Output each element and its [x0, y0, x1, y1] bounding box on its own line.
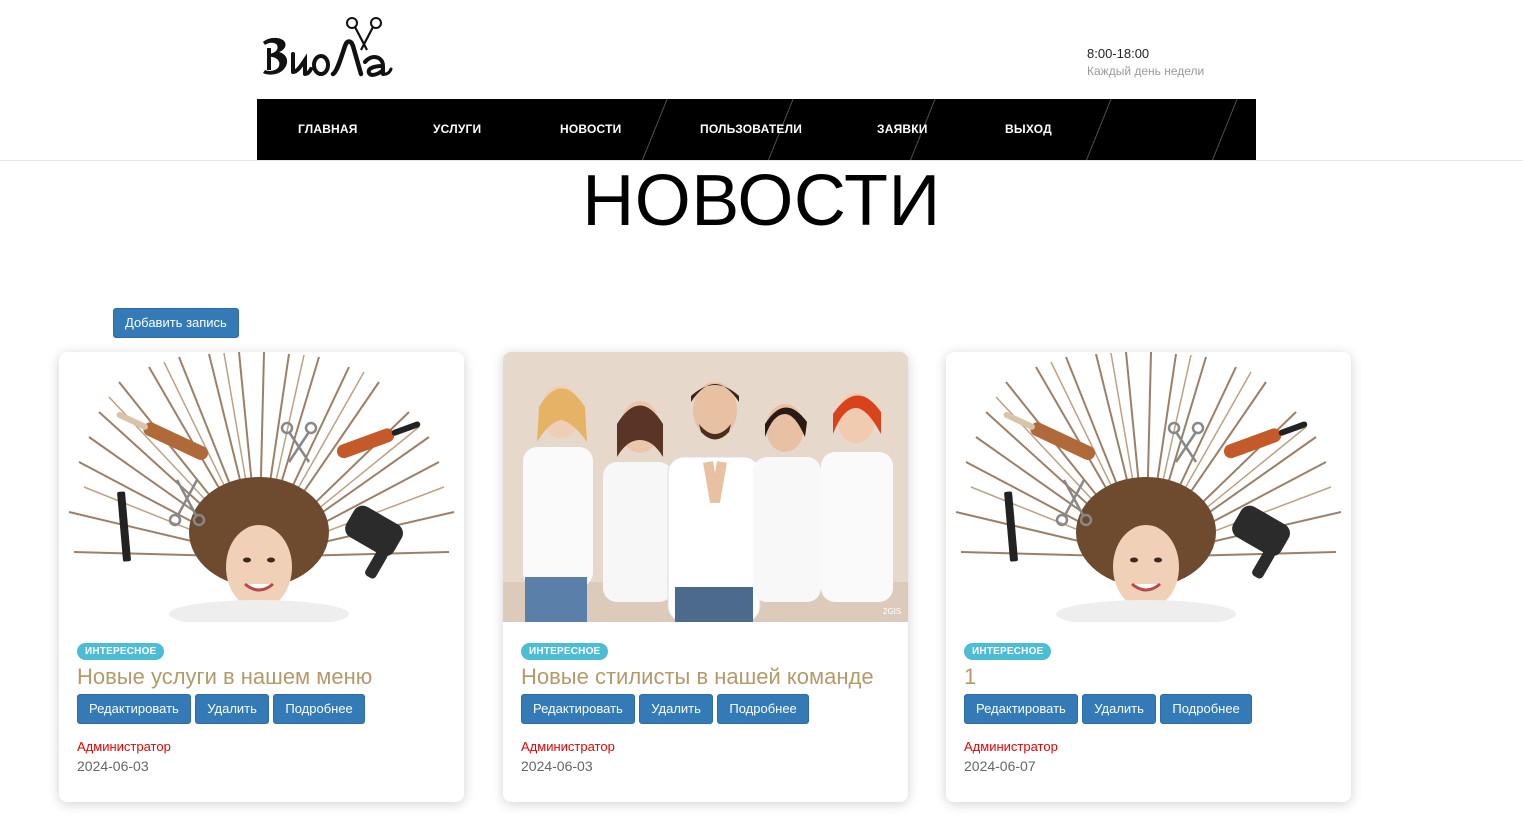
nav-item-news[interactable]: НОВОСТИ [560, 99, 621, 160]
edit-button[interactable]: Редактировать [521, 694, 635, 724]
edit-button[interactable]: Редактировать [77, 694, 191, 724]
card-title: 1 [964, 664, 977, 689]
hours-days: Каждый день недели [1087, 64, 1205, 78]
card-date: 2024-06-03 [521, 758, 593, 774]
more-button[interactable]: Подробнее [273, 694, 365, 724]
category-badge: ИНТЕРЕСНОЕ [521, 643, 609, 660]
more-button[interactable]: Подробнее [717, 694, 809, 724]
delete-button[interactable]: Удалить [1082, 694, 1156, 724]
news-card: ИНТЕРЕСНОЕ Новые услуги в нашем меню Ред… [59, 352, 464, 802]
delete-button[interactable]: Удалить [195, 694, 269, 724]
card-date: 2024-06-07 [964, 758, 1036, 774]
card-author: Администратор [521, 739, 615, 754]
card-author: Администратор [964, 739, 1058, 754]
stylists-team-image: 2GIS [503, 352, 908, 622]
nav-divider [1086, 99, 1112, 160]
delete-button[interactable]: Удалить [639, 694, 713, 724]
card-image [946, 352, 1351, 622]
card-title: Новые стилисты в нашей команде [521, 664, 874, 689]
working-hours: 8:00-18:00 Каждый день недели [1087, 46, 1204, 80]
hours-time: 8:00-18:00 [1087, 46, 1150, 61]
hair-fan-woman-image [59, 352, 464, 622]
add-record-button[interactable]: Добавить запись [113, 308, 239, 338]
card-image: 2GIS [503, 352, 908, 622]
card-actions: Редактировать Удалить Подробнее [964, 694, 1333, 724]
hair-fan-woman-image [946, 352, 1351, 622]
news-card: 2GIS ИНТЕРЕСНОЕ Новые стилисты в нашей к… [503, 352, 908, 802]
brand-logo[interactable] [257, 14, 393, 84]
card-actions: Редактировать Удалить Подробнее [521, 694, 890, 724]
card-title: Новые услуги в нашем меню [77, 664, 373, 689]
category-badge: ИНТЕРЕСНОЕ [964, 643, 1052, 660]
card-image [59, 352, 464, 622]
main-nav: ГЛАВНАЯ УСЛУГИ НОВОСТИ ПОЛЬЗОВАТЕЛИ ЗАЯВ… [257, 99, 1256, 160]
nav-item-users[interactable]: ПОЛЬЗОВАТЕЛИ [700, 99, 802, 160]
viola-logo-icon [263, 17, 393, 77]
news-card: ИНТЕРЕСНОЕ 1 Редактировать Удалить Подро… [946, 352, 1351, 802]
site-header: 8:00-18:00 Каждый день недели ГЛАВНАЯ УС… [0, 0, 1523, 161]
svg-text:2GIS: 2GIS [883, 607, 901, 616]
card-actions: Редактировать Удалить Подробнее [77, 694, 446, 724]
category-badge: ИНТЕРЕСНОЕ [77, 643, 165, 660]
card-date: 2024-06-03 [77, 758, 149, 774]
nav-item-home[interactable]: ГЛАВНАЯ [298, 99, 358, 160]
nav-divider [1212, 99, 1238, 160]
edit-button[interactable]: Редактировать [964, 694, 1078, 724]
nav-item-requests[interactable]: ЗАЯВКИ [877, 99, 928, 160]
nav-item-logout[interactable]: ВЫХОД [1005, 99, 1052, 160]
page-title: НОВОСТИ [582, 161, 941, 241]
nav-item-services[interactable]: УСЛУГИ [433, 99, 481, 160]
nav-divider [642, 99, 668, 160]
card-author: Администратор [77, 739, 171, 754]
more-button[interactable]: Подробнее [1160, 694, 1252, 724]
